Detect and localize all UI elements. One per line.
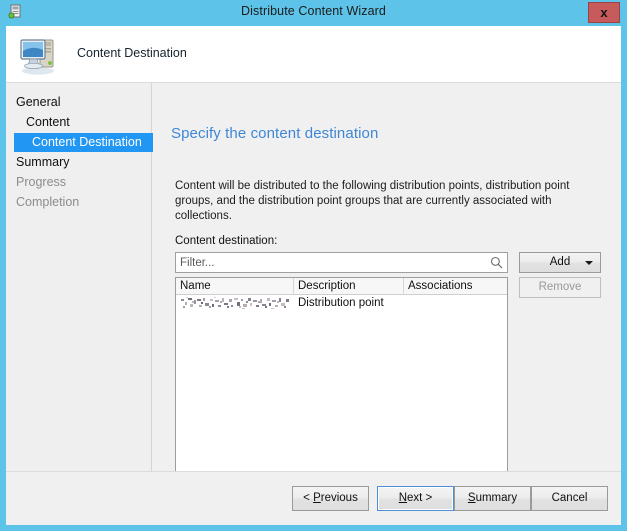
cell-description: Distribution point (294, 296, 404, 311)
wizard-footer: < Previous Next > Summary Cancel (6, 472, 621, 525)
column-header-name[interactable]: Name (176, 278, 294, 294)
column-header-description[interactable]: Description (294, 278, 404, 294)
filter-input[interactable] (180, 255, 480, 270)
window-title: Distribute Content Wizard (0, 4, 627, 18)
sidebar-item-progress: Progress (8, 173, 66, 192)
summary-button[interactable]: Summary (454, 486, 531, 511)
column-header-associations[interactable]: Associations (404, 278, 507, 294)
add-button[interactable]: Add (519, 252, 601, 273)
next-button[interactable]: Next > (377, 486, 454, 511)
previous-button[interactable]: < Previous (292, 486, 369, 511)
sidebar-item-completion: Completion (8, 193, 79, 212)
wizard-window: Distribute Content Wizard x (0, 0, 627, 531)
chevron-down-icon[interactable] (585, 261, 593, 265)
sidebar-item-content[interactable]: Content (8, 113, 70, 132)
table-row[interactable]: Distribution point (176, 296, 507, 311)
banner-title: Content Destination (77, 46, 187, 60)
window-client-area: Content Destination General Content Cont… (6, 26, 621, 525)
title-bar: Distribute Content Wizard x (0, 0, 627, 26)
redacted-name-icon (180, 297, 292, 310)
search-icon[interactable] (490, 256, 503, 269)
cancel-button[interactable]: Cancel (531, 486, 608, 511)
content-destination-list[interactable]: Name Description Associations (175, 277, 508, 473)
sidebar-item-content-destination[interactable]: Content Destination (14, 133, 154, 152)
next-button-label: Next > (399, 492, 433, 504)
page-title: Specify the content destination (171, 125, 378, 142)
add-button-label: Add (550, 256, 570, 268)
summary-button-label: Summary (468, 492, 517, 504)
computer-icon (18, 32, 64, 76)
close-button[interactable]: x (588, 2, 620, 23)
cell-name (176, 296, 294, 311)
filter-box[interactable] (175, 252, 508, 273)
sidebar-item-summary[interactable]: Summary (8, 153, 69, 172)
content-panel: Specify the content destination Content … (153, 83, 621, 525)
remove-button: Remove (519, 277, 601, 298)
previous-button-label: < Previous (303, 492, 358, 504)
wizard-step-navigation: General Content Content Destination Summ… (6, 83, 152, 525)
page-description: Content will be distributed to the follo… (175, 179, 575, 224)
cell-associations (404, 296, 507, 311)
content-destination-label: Content destination: (175, 235, 277, 247)
sidebar-item-general[interactable]: General (8, 93, 60, 112)
list-header: Name Description Associations (176, 278, 507, 295)
wizard-banner: Content Destination (6, 26, 621, 83)
